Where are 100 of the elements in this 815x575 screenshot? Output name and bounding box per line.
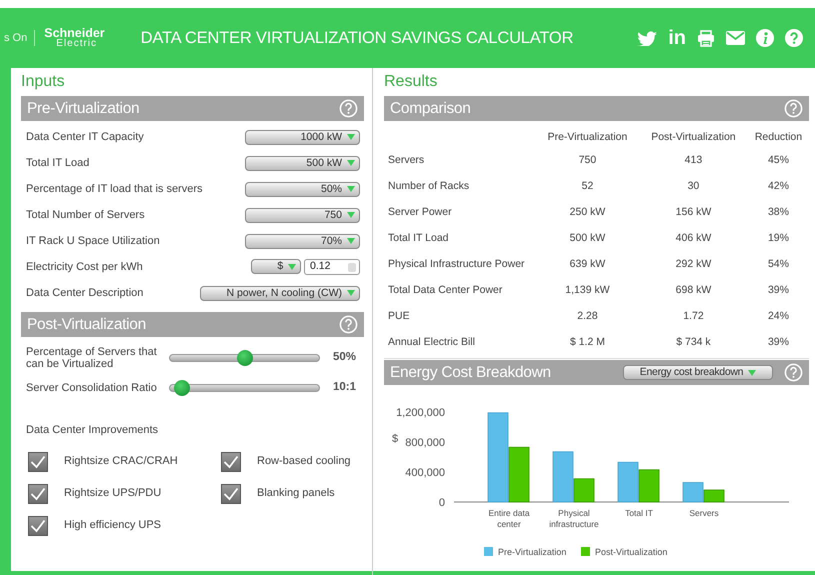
- panel-title: Inputs: [21, 72, 65, 92]
- help-icon[interactable]: [784, 99, 803, 118]
- group-label: Data Center Improvements: [26, 423, 158, 438]
- dropdown[interactable]: 50%: [245, 182, 360, 196]
- caret-icon: [347, 160, 355, 166]
- slider-thumb[interactable]: [174, 380, 190, 396]
- section-title: Post-Virtualization: [27, 314, 146, 335]
- field-label: Total IT Load: [26, 156, 90, 171]
- table-cell-text: Number of Racks: [387, 179, 470, 194]
- table-cell-text: 19%: [766, 231, 790, 246]
- envelope-icon[interactable]: [726, 31, 745, 45]
- slider-thumb[interactable]: [236, 350, 252, 366]
- help-icon[interactable]: [339, 315, 358, 334]
- column-header: Pre-Virtualization: [546, 130, 628, 146]
- slider-value: 50%: [332, 350, 357, 366]
- checkbox[interactable]: [28, 484, 48, 504]
- table-cell-text: 38%: [766, 205, 790, 220]
- column-header: Post-Virtualization: [650, 130, 737, 146]
- table-cell-text: Servers: [387, 153, 426, 168]
- table-cell-text: 156 kW: [674, 205, 712, 220]
- brand-text: s On: [4, 30, 36, 46]
- field-label: Data Center IT Capacity: [26, 130, 144, 145]
- table-cell-text: 39%: [766, 335, 790, 350]
- bird-icon[interactable]: [637, 30, 658, 46]
- table-cell-text: 292 kW: [674, 257, 712, 272]
- dropdown[interactable]: 750: [245, 208, 360, 222]
- table-cell-text: PUE: [387, 309, 411, 324]
- checkbox[interactable]: [221, 452, 241, 472]
- dropdown[interactable]: Energy cost breakdown: [623, 365, 773, 380]
- section-title: Comparison: [390, 98, 471, 119]
- column-header: Reduction: [754, 130, 804, 146]
- dropdown[interactable]: 500 kW: [245, 156, 360, 170]
- logo-text: Schneider: [44, 26, 105, 40]
- slider-label: Server Consolidation Ratio: [26, 382, 158, 394]
- help-icon[interactable]: [784, 363, 803, 382]
- slider-label: Percentage of Servers that can be Virtualized: [26, 346, 158, 370]
- printer-icon[interactable]: [697, 30, 715, 46]
- caret-icon: [748, 370, 756, 376]
- help-icon[interactable]: [785, 29, 803, 47]
- info-icon[interactable]: [756, 29, 774, 47]
- caret-icon: [347, 290, 355, 296]
- chart-bar: [618, 462, 638, 502]
- legend-swatch: [581, 547, 590, 556]
- table-cell-text: 1,139 kW: [564, 283, 611, 298]
- clear-icon[interactable]: [348, 262, 356, 272]
- panel-title: Results: [384, 72, 438, 92]
- dropdown[interactable]: N power, N cooling (CW): [200, 286, 360, 300]
- slider[interactable]: [169, 380, 320, 396]
- currency-dropdown[interactable]: $: [251, 259, 302, 274]
- chart-bar: [638, 469, 660, 502]
- caret-icon: [347, 238, 355, 244]
- field-label: Data Center Description: [26, 286, 144, 301]
- table-cell-text: 750: [578, 153, 598, 168]
- caret-icon: [347, 134, 355, 140]
- table-cell-text: 1.72: [682, 309, 705, 324]
- field-label: Percentage of IT load that is servers: [26, 182, 202, 197]
- checkbox[interactable]: [28, 452, 48, 472]
- table-cell-text: 24%: [766, 309, 790, 324]
- checkbox[interactable]: [28, 516, 48, 536]
- tick-label: 800,000: [405, 437, 445, 449]
- field-label: IT Rack U Space Utilization: [26, 234, 160, 249]
- caret-icon: [347, 212, 355, 218]
- checkbox-label: Rightsize CRAC/CRAH: [64, 454, 178, 470]
- table-cell-text: 250 kW: [568, 205, 606, 220]
- table-cell-text: 500 kW: [568, 231, 606, 246]
- table-cell-text: 45%: [766, 153, 790, 168]
- table-cell-text: 52: [580, 179, 594, 194]
- slider[interactable]: [169, 350, 320, 366]
- legend-label: Post-Virtualization: [595, 547, 668, 557]
- dropdown[interactable]: 70%: [245, 234, 360, 248]
- legend-label: Pre-Virtualization: [498, 547, 566, 557]
- app-title: DATA CENTER VIRTUALIZATION SAVINGS CALCULATOR: [140, 28, 574, 49]
- table-cell-text: $ 734 k: [675, 335, 712, 350]
- table-cell-text: 698 kW: [674, 283, 712, 298]
- number-field[interactable]: 0.12: [304, 259, 360, 275]
- table-cell-text: 406 kW: [674, 231, 712, 246]
- category-label: Total IT: [625, 508, 653, 518]
- legend-swatch: [484, 547, 493, 556]
- table-cell-text: $ 1.2 M: [568, 335, 606, 350]
- field-label: Electricity Cost per kWh: [26, 260, 143, 275]
- help-icon[interactable]: [339, 99, 358, 118]
- checkbox-label: Row-based cooling: [257, 454, 351, 470]
- tick-label: 0: [438, 497, 445, 509]
- section-title: Energy Cost Breakdown: [390, 362, 551, 383]
- checkbox-label: Rightsize UPS/PDU: [64, 486, 162, 502]
- checkbox-label: Blanking panels: [257, 486, 335, 502]
- table-cell-text: 54%: [766, 257, 790, 272]
- table-cell-text: 39%: [766, 283, 790, 298]
- category-label: Entire data center: [488, 508, 530, 529]
- checkbox[interactable]: [221, 484, 241, 504]
- tick-label: 1,200,000: [396, 407, 445, 419]
- dropdown[interactable]: 1000 kW: [245, 130, 360, 144]
- checkbox-label: High efficiency UPS: [64, 518, 162, 534]
- logo-text: Electric: [55, 39, 98, 50]
- table-cell-text: Physical Infrastructure Power: [387, 257, 526, 272]
- section-title: Pre-Virtualization: [27, 98, 140, 119]
- table-cell-text: 639 kW: [568, 257, 606, 272]
- tick-label: 400,000: [405, 467, 445, 479]
- table-cell-text: Annual Electric Bill: [387, 335, 476, 350]
- slider-value: 10:1: [332, 380, 357, 396]
